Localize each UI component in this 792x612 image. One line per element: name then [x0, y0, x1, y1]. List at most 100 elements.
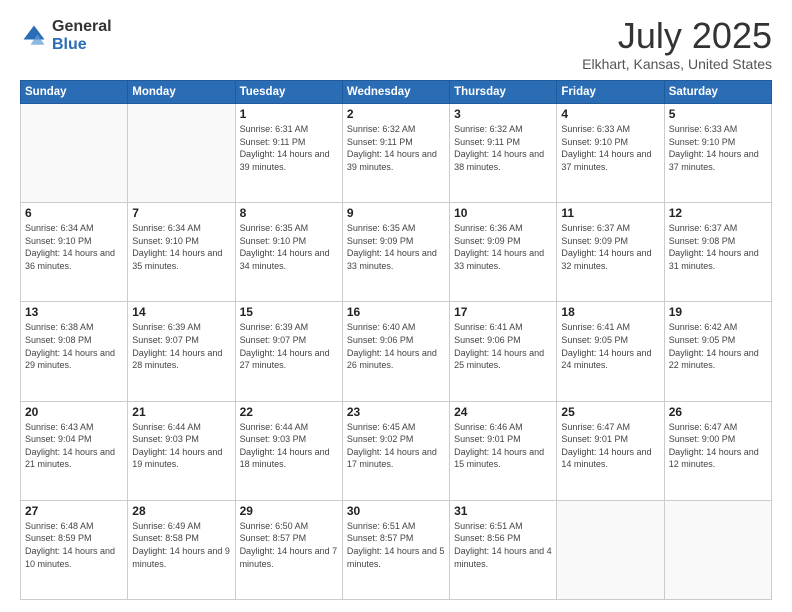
day-number: 21	[132, 405, 230, 419]
subtitle: Elkhart, Kansas, United States	[582, 56, 772, 72]
day-cell: 31 Sunrise: 6:51 AMSunset: 8:56 PMDayligh…	[450, 500, 557, 599]
day-cell	[21, 104, 128, 203]
day-info: Sunrise: 6:39 AMSunset: 9:07 PMDaylight:…	[132, 321, 230, 371]
day-cell: 29Sunrise: 6:50 AMSunset: 8:57 PMDayligh…	[235, 500, 342, 599]
calendar-table: SundayMondayTuesdayWednesdayThursdayFrid…	[20, 80, 772, 600]
day-cell: 10 Sunrise: 6:36 AMSunset: 9:09 PMDayligh…	[450, 203, 557, 302]
logo-text: General Blue	[52, 18, 112, 53]
day-number: 7	[132, 206, 230, 220]
day-info: Sunrise: 6:33 AMSunset: 9:10 PMDaylight:…	[669, 123, 767, 173]
day-number: 4	[561, 107, 659, 121]
day-number: 27	[25, 504, 123, 518]
day-info: Sunrise: 6:48 AMSunset: 8:59 PMDaylight:…	[25, 520, 123, 570]
day-cell: 15 Sunrise: 6:39 AMSunset: 9:07 PMDayligh…	[235, 302, 342, 401]
day-cell: 25 Sunrise: 6:47 AMSunset: 9:01 PMDayligh…	[557, 401, 664, 500]
day-cell: 8 Sunrise: 6:35 AMSunset: 9:10 PMDaylight…	[235, 203, 342, 302]
day-number: 29	[240, 504, 338, 518]
day-cell: 21 Sunrise: 6:44 AMSunset: 9:03 PMDayligh…	[128, 401, 235, 500]
day-cell: 16Sunrise: 6:40 AMSunset: 9:06 PMDayligh…	[342, 302, 449, 401]
day-info: Sunrise: 6:32 AMSunset: 9:11 PMDaylight:…	[347, 123, 445, 173]
day-cell: 26 Sunrise: 6:47 AMSunset: 9:00 PMDayligh…	[664, 401, 771, 500]
day-cell: 20Sunrise: 6:43 AMSunset: 9:04 PMDayligh…	[21, 401, 128, 500]
day-number: 25	[561, 405, 659, 419]
col-header-tuesday: Tuesday	[235, 81, 342, 104]
day-info: Sunrise: 6:39 AMSunset: 9:07 PMDaylight:…	[240, 321, 338, 371]
day-info: Sunrise: 6:46 AMSunset: 9:01 PMDaylight:…	[454, 421, 552, 471]
day-info: Sunrise: 6:37 AMSunset: 9:08 PMDaylight:…	[669, 222, 767, 272]
day-cell: 5Sunrise: 6:33 AMSunset: 9:10 PMDaylight…	[664, 104, 771, 203]
day-number: 10	[454, 206, 552, 220]
day-info: Sunrise: 6:34 AMSunset: 9:10 PMDaylight:…	[132, 222, 230, 272]
day-number: 26	[669, 405, 767, 419]
day-number: 11	[561, 206, 659, 220]
day-info: Sunrise: 6:51 AMSunset: 8:56 PMDaylight:…	[454, 520, 552, 570]
day-number: 1	[240, 107, 338, 121]
week-row-1: 1 Sunrise: 6:31 AMSunset: 9:11 PMDaylight…	[21, 104, 772, 203]
day-cell: 11 Sunrise: 6:37 AMSunset: 9:09 PMDayligh…	[557, 203, 664, 302]
day-cell: 6Sunrise: 6:34 AMSunset: 9:10 PMDaylight…	[21, 203, 128, 302]
day-number: 8	[240, 206, 338, 220]
day-info: Sunrise: 6:38 AMSunset: 9:08 PMDaylight:…	[25, 321, 123, 371]
day-number: 13	[25, 305, 123, 319]
header-row: SundayMondayTuesdayWednesdayThursdayFrid…	[21, 81, 772, 104]
day-cell: 3Sunrise: 6:32 AMSunset: 9:11 PMDaylight…	[450, 104, 557, 203]
day-info: Sunrise: 6:41 AMSunset: 9:05 PMDaylight:…	[561, 321, 659, 371]
day-number: 19	[669, 305, 767, 319]
col-header-wednesday: Wednesday	[342, 81, 449, 104]
title-block: July 2025 Elkhart, Kansas, United States	[582, 18, 772, 72]
day-info: Sunrise: 6:47 AMSunset: 9:00 PMDaylight:…	[669, 421, 767, 471]
week-row-3: 13 Sunrise: 6:38 AMSunset: 9:08 PMDayligh…	[21, 302, 772, 401]
day-number: 2	[347, 107, 445, 121]
logo-icon	[20, 22, 48, 50]
week-row-2: 6Sunrise: 6:34 AMSunset: 9:10 PMDaylight…	[21, 203, 772, 302]
day-cell: 13 Sunrise: 6:38 AMSunset: 9:08 PMDayligh…	[21, 302, 128, 401]
day-cell: 23Sunrise: 6:45 AMSunset: 9:02 PMDayligh…	[342, 401, 449, 500]
day-info: Sunrise: 6:40 AMSunset: 9:06 PMDaylight:…	[347, 321, 445, 371]
day-number: 20	[25, 405, 123, 419]
day-cell	[557, 500, 664, 599]
week-row-5: 27 Sunrise: 6:48 AMSunset: 8:59 PMDayligh…	[21, 500, 772, 599]
day-number: 15	[240, 305, 338, 319]
day-cell: 22 Sunrise: 6:44 AMSunset: 9:03 PMDayligh…	[235, 401, 342, 500]
day-info: Sunrise: 6:31 AMSunset: 9:11 PMDaylight:…	[240, 123, 338, 173]
day-cell: 2 Sunrise: 6:32 AMSunset: 9:11 PMDaylight…	[342, 104, 449, 203]
day-info: Sunrise: 6:45 AMSunset: 9:02 PMDaylight:…	[347, 421, 445, 471]
day-cell: 17Sunrise: 6:41 AMSunset: 9:06 PMDayligh…	[450, 302, 557, 401]
day-cell: 9 Sunrise: 6:35 AMSunset: 9:09 PMDaylight…	[342, 203, 449, 302]
day-number: 9	[347, 206, 445, 220]
logo-blue: Blue	[52, 36, 112, 54]
day-cell: 28 Sunrise: 6:49 AMSunset: 8:58 PMDayligh…	[128, 500, 235, 599]
day-info: Sunrise: 6:42 AMSunset: 9:05 PMDaylight:…	[669, 321, 767, 371]
day-cell	[664, 500, 771, 599]
day-cell: 12Sunrise: 6:37 AMSunset: 9:08 PMDayligh…	[664, 203, 771, 302]
day-cell: 27 Sunrise: 6:48 AMSunset: 8:59 PMDayligh…	[21, 500, 128, 599]
day-info: Sunrise: 6:44 AMSunset: 9:03 PMDaylight:…	[240, 421, 338, 471]
day-number: 31	[454, 504, 552, 518]
main-title: July 2025	[582, 18, 772, 54]
logo: General Blue	[20, 18, 112, 53]
day-info: Sunrise: 6:49 AMSunset: 8:58 PMDaylight:…	[132, 520, 230, 570]
day-info: Sunrise: 6:33 AMSunset: 9:10 PMDaylight:…	[561, 123, 659, 173]
day-number: 17	[454, 305, 552, 319]
day-info: Sunrise: 6:44 AMSunset: 9:03 PMDaylight:…	[132, 421, 230, 471]
day-number: 18	[561, 305, 659, 319]
day-number: 30	[347, 504, 445, 518]
day-info: Sunrise: 6:47 AMSunset: 9:01 PMDaylight:…	[561, 421, 659, 471]
day-number: 22	[240, 405, 338, 419]
day-info: Sunrise: 6:34 AMSunset: 9:10 PMDaylight:…	[25, 222, 123, 272]
col-header-friday: Friday	[557, 81, 664, 104]
logo-general: General	[52, 18, 112, 36]
day-number: 24	[454, 405, 552, 419]
day-cell: 7 Sunrise: 6:34 AMSunset: 9:10 PMDaylight…	[128, 203, 235, 302]
day-info: Sunrise: 6:37 AMSunset: 9:09 PMDaylight:…	[561, 222, 659, 272]
day-cell: 24 Sunrise: 6:46 AMSunset: 9:01 PMDayligh…	[450, 401, 557, 500]
day-info: Sunrise: 6:35 AMSunset: 9:10 PMDaylight:…	[240, 222, 338, 272]
day-info: Sunrise: 6:35 AMSunset: 9:09 PMDaylight:…	[347, 222, 445, 272]
day-cell: 19 Sunrise: 6:42 AMSunset: 9:05 PMDayligh…	[664, 302, 771, 401]
col-header-thursday: Thursday	[450, 81, 557, 104]
day-number: 28	[132, 504, 230, 518]
week-row-4: 20Sunrise: 6:43 AMSunset: 9:04 PMDayligh…	[21, 401, 772, 500]
day-cell: 18 Sunrise: 6:41 AMSunset: 9:05 PMDayligh…	[557, 302, 664, 401]
day-cell	[128, 104, 235, 203]
day-info: Sunrise: 6:36 AMSunset: 9:09 PMDaylight:…	[454, 222, 552, 272]
